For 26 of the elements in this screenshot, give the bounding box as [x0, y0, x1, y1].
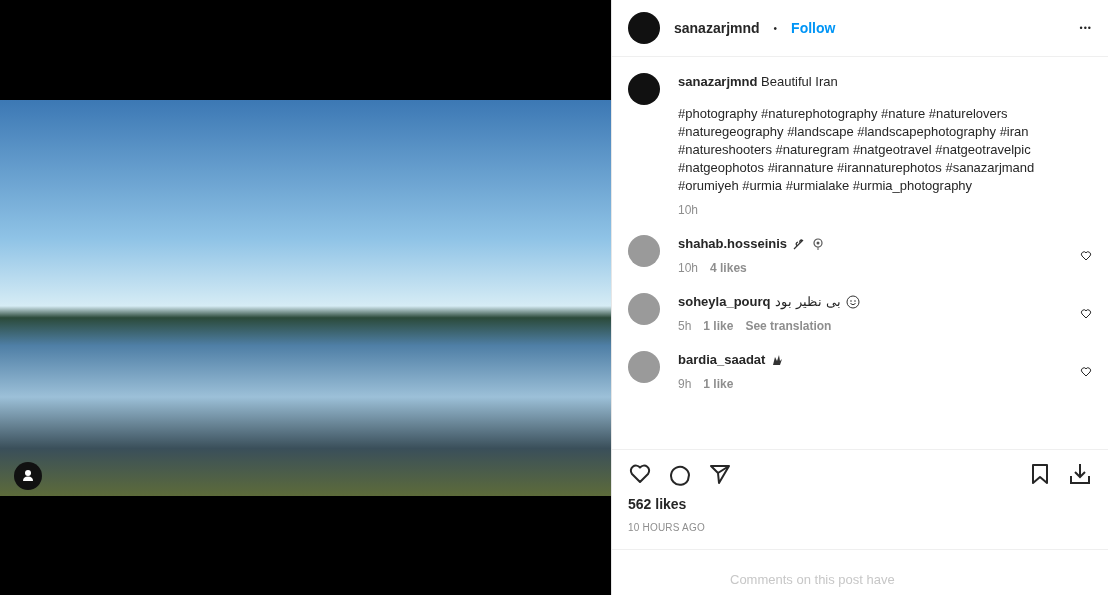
comment-username[interactable]: shahab.hosseinis — [678, 235, 788, 253]
hashtags: #photography #naturephotography #nature #naturelovers #naturegeography #landscape #landscapephotography #iran #natureshooters #naturegram #natgeotravel #natgeotravelpic #natgeophotos #irannature #irannaturephotos #sanazarjmand #orumiyeh #urmia #urmialake #urmia_photography — [678, 105, 1036, 195]
comment-time: 10h — [678, 260, 699, 277]
post-time: 10 HOURS AGO — [627, 521, 706, 535]
separator-dot: • — [773, 22, 778, 34]
comments-notice: Comments on this post have — [612, 549, 1108, 595]
avatar[interactable] — [628, 73, 660, 105]
timestamp: 10h — [678, 202, 699, 219]
like-icon[interactable] — [628, 462, 652, 486]
user-tag-icon[interactable] — [14, 462, 42, 490]
smiley-icon — [845, 295, 860, 309]
comment-username[interactable]: soheyla_pourq — [678, 293, 771, 311]
share-icon[interactable] — [708, 462, 732, 486]
like-icon[interactable] — [1080, 366, 1092, 378]
like-icon[interactable] — [1080, 250, 1092, 262]
like-icon[interactable] — [1080, 308, 1092, 320]
comment-username[interactable]: bardia_saadat — [678, 351, 766, 369]
comment-text: بی نظیر بود — [775, 293, 841, 311]
likes-count[interactable]: 562 likes — [612, 486, 1108, 512]
caption-text: sanazarjmnd Beautiful Iran — [678, 73, 839, 91]
username[interactable]: sanazarjmnd — [674, 20, 760, 36]
more-options-button[interactable]: ••• — [1079, 23, 1092, 33]
comment-time: 5h — [678, 318, 692, 335]
download-icon[interactable] — [1068, 462, 1092, 486]
avatar[interactable] — [628, 12, 660, 44]
comment-time: 9h — [678, 376, 692, 393]
